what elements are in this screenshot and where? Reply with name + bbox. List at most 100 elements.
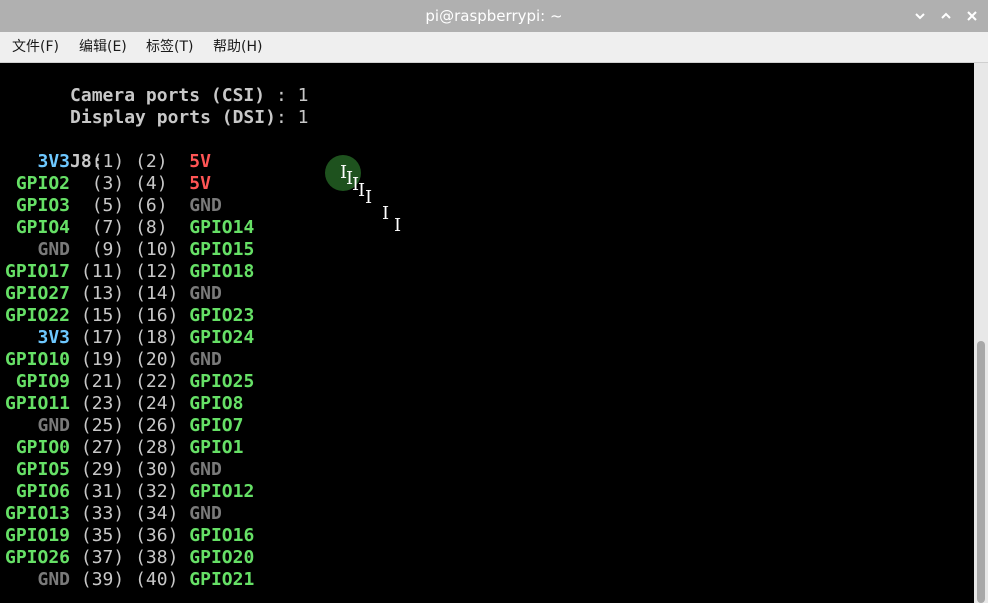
- pin-right-number: (6): [135, 195, 168, 216]
- pin-row: GND (25) (26) GPIO7: [5, 415, 244, 437]
- pin-left-label: GPIO0: [5, 437, 71, 458]
- display-ports-label: Display ports (DSI): [70, 107, 276, 128]
- text-cursor-icon: I: [394, 215, 402, 236]
- pin-right-label: GND: [189, 195, 222, 216]
- pin-right-label: GPIO25: [189, 371, 255, 392]
- pin-row: GPIO27 (13) (14) GND: [5, 283, 222, 305]
- pin-right-number: (22): [135, 371, 179, 392]
- pin-left-label: GPIO4: [5, 217, 71, 238]
- pin-right-number: (24): [135, 393, 179, 414]
- pin-left-label: GPIO26: [5, 547, 71, 568]
- pin-row: GPIO2 (3) (4) 5V: [5, 173, 211, 195]
- pin-right-number: (20): [135, 349, 179, 370]
- pin-left-label: GPIO27: [5, 283, 71, 304]
- pin-right-label: 5V: [189, 173, 211, 194]
- scrollbar-thumb[interactable]: [977, 341, 985, 603]
- pin-left-number: (35): [80, 525, 125, 546]
- pin-left-number: (5): [91, 195, 125, 216]
- terminal-output[interactable]: Camera ports (CSI) : 1 Display ports (DS…: [0, 63, 974, 603]
- pin-left-label: GPIO5: [5, 459, 71, 480]
- pin-right-label: GPIO7: [189, 415, 244, 436]
- camera-ports-line: Camera ports (CSI) : 1: [5, 63, 308, 106]
- pin-right-number: (34): [135, 503, 179, 524]
- pin-left-label: GND: [5, 569, 71, 590]
- minimize-button[interactable]: [910, 6, 930, 26]
- pin-left-number: (25): [80, 415, 125, 436]
- pin-left-label: GND: [5, 415, 71, 436]
- menu-edit[interactable]: 编辑(E): [79, 38, 127, 56]
- pin-left-number: (3): [91, 173, 125, 194]
- pin-right-label: 5V: [189, 151, 211, 172]
- pin-row: 3V3 (1) (2) 5V: [5, 151, 211, 173]
- pin-left-label: GPIO6: [5, 481, 71, 502]
- pin-left-number: (21): [80, 371, 125, 392]
- pin-left-label: GND: [5, 239, 71, 260]
- pin-right-number: (8): [135, 217, 168, 238]
- pin-row: 3V3 (17) (18) GPIO24: [5, 327, 255, 349]
- pin-right-label: GPIO23: [189, 305, 255, 326]
- pin-left-number: (13): [80, 283, 125, 304]
- pin-right-number: (30): [135, 459, 179, 480]
- text-cursor-icon: I: [365, 187, 373, 208]
- maximize-button[interactable]: [936, 6, 956, 26]
- pin-left-number: (1): [91, 151, 125, 172]
- pin-left-number: (27): [80, 437, 125, 458]
- pin-left-number: (39): [80, 569, 125, 590]
- close-icon: [967, 11, 977, 21]
- display-ports-value: : 1: [275, 107, 309, 128]
- menu-tabs[interactable]: 标签(T): [146, 38, 193, 56]
- pin-left-label: GPIO9: [5, 371, 71, 392]
- pin-right-label: GPIO14: [189, 217, 255, 238]
- pin-row: GND (9) (10) GPIO15: [5, 239, 255, 261]
- pin-left-label: 3V3: [5, 327, 71, 348]
- pin-left-label: GPIO10: [5, 349, 71, 370]
- pin-row: GPIO22 (15) (16) GPIO23: [5, 305, 254, 327]
- pin-row: GPIO3 (5) (6) GND: [5, 195, 222, 217]
- pin-right-label: GPIO15: [189, 239, 255, 260]
- pin-left-label: GPIO3: [5, 195, 71, 216]
- pin-right-label: GPIO21: [189, 569, 255, 590]
- chevron-down-icon: [915, 13, 925, 20]
- pin-left-label: GPIO2: [5, 173, 71, 194]
- window-title: pi@raspberrypi: ~: [425, 7, 563, 25]
- pin-left-label: GPIO11: [5, 393, 71, 414]
- pin-right-label: GND: [189, 459, 222, 480]
- title-bar[interactable]: pi@raspberrypi: ~: [0, 0, 988, 33]
- pin-right-label: GPIO20: [189, 547, 255, 568]
- pin-right-number: (26): [135, 415, 179, 436]
- pin-right-number: (2): [135, 151, 168, 172]
- vertical-scrollbar[interactable]: [974, 63, 988, 603]
- pin-right-number: (38): [135, 547, 179, 568]
- pin-row: GPIO10 (19) (20) GND: [5, 349, 222, 371]
- pin-row: GPIO26 (37) (38) GPIO20: [5, 547, 254, 569]
- pin-row: GPIO0 (27) (28) GPIO1: [5, 437, 244, 459]
- pin-right-number: (32): [135, 481, 179, 502]
- pin-row: GPIO6 (31) (32) GPIO12: [5, 481, 254, 503]
- display-ports-line: Display ports (DSI): 1: [5, 85, 308, 128]
- pin-right-number: (36): [135, 525, 179, 546]
- pin-right-number: (14): [135, 283, 179, 304]
- pin-left-number: (23): [80, 393, 125, 414]
- pin-row: GPIO4 (7) (8) GPIO14: [5, 217, 254, 239]
- pin-left-number: (31): [80, 481, 125, 502]
- pin-right-number: (4): [135, 173, 168, 194]
- close-button[interactable]: [962, 6, 982, 26]
- pin-right-label: GPIO12: [189, 481, 255, 502]
- pin-right-label: GND: [189, 283, 222, 304]
- pin-right-label: GPIO24: [189, 327, 255, 348]
- menu-help[interactable]: 帮助(H): [213, 38, 262, 56]
- pin-right-label: GPIO16: [189, 525, 255, 546]
- pin-row: GPIO9 (21) (22) GPIO25: [5, 371, 254, 393]
- pin-row: GPIO13 (33) (34) GND: [5, 503, 222, 525]
- header-line: J8:: [5, 129, 103, 172]
- menu-file[interactable]: 文件(F): [12, 38, 59, 56]
- pin-right-label: GND: [189, 349, 222, 370]
- pin-row: GPIO5 (29) (30) GND: [5, 459, 222, 481]
- pin-row: GND (39) (40) GPIO21: [5, 569, 255, 591]
- pin-left-label: GPIO17: [5, 261, 71, 282]
- pin-right-number: (16): [135, 305, 179, 326]
- pin-left-number: (9): [91, 239, 125, 260]
- pin-row: GPIO17 (11) (12) GPIO18: [5, 261, 254, 283]
- pin-left-number: (7): [91, 217, 125, 238]
- text-cursor-icon: I: [382, 203, 390, 224]
